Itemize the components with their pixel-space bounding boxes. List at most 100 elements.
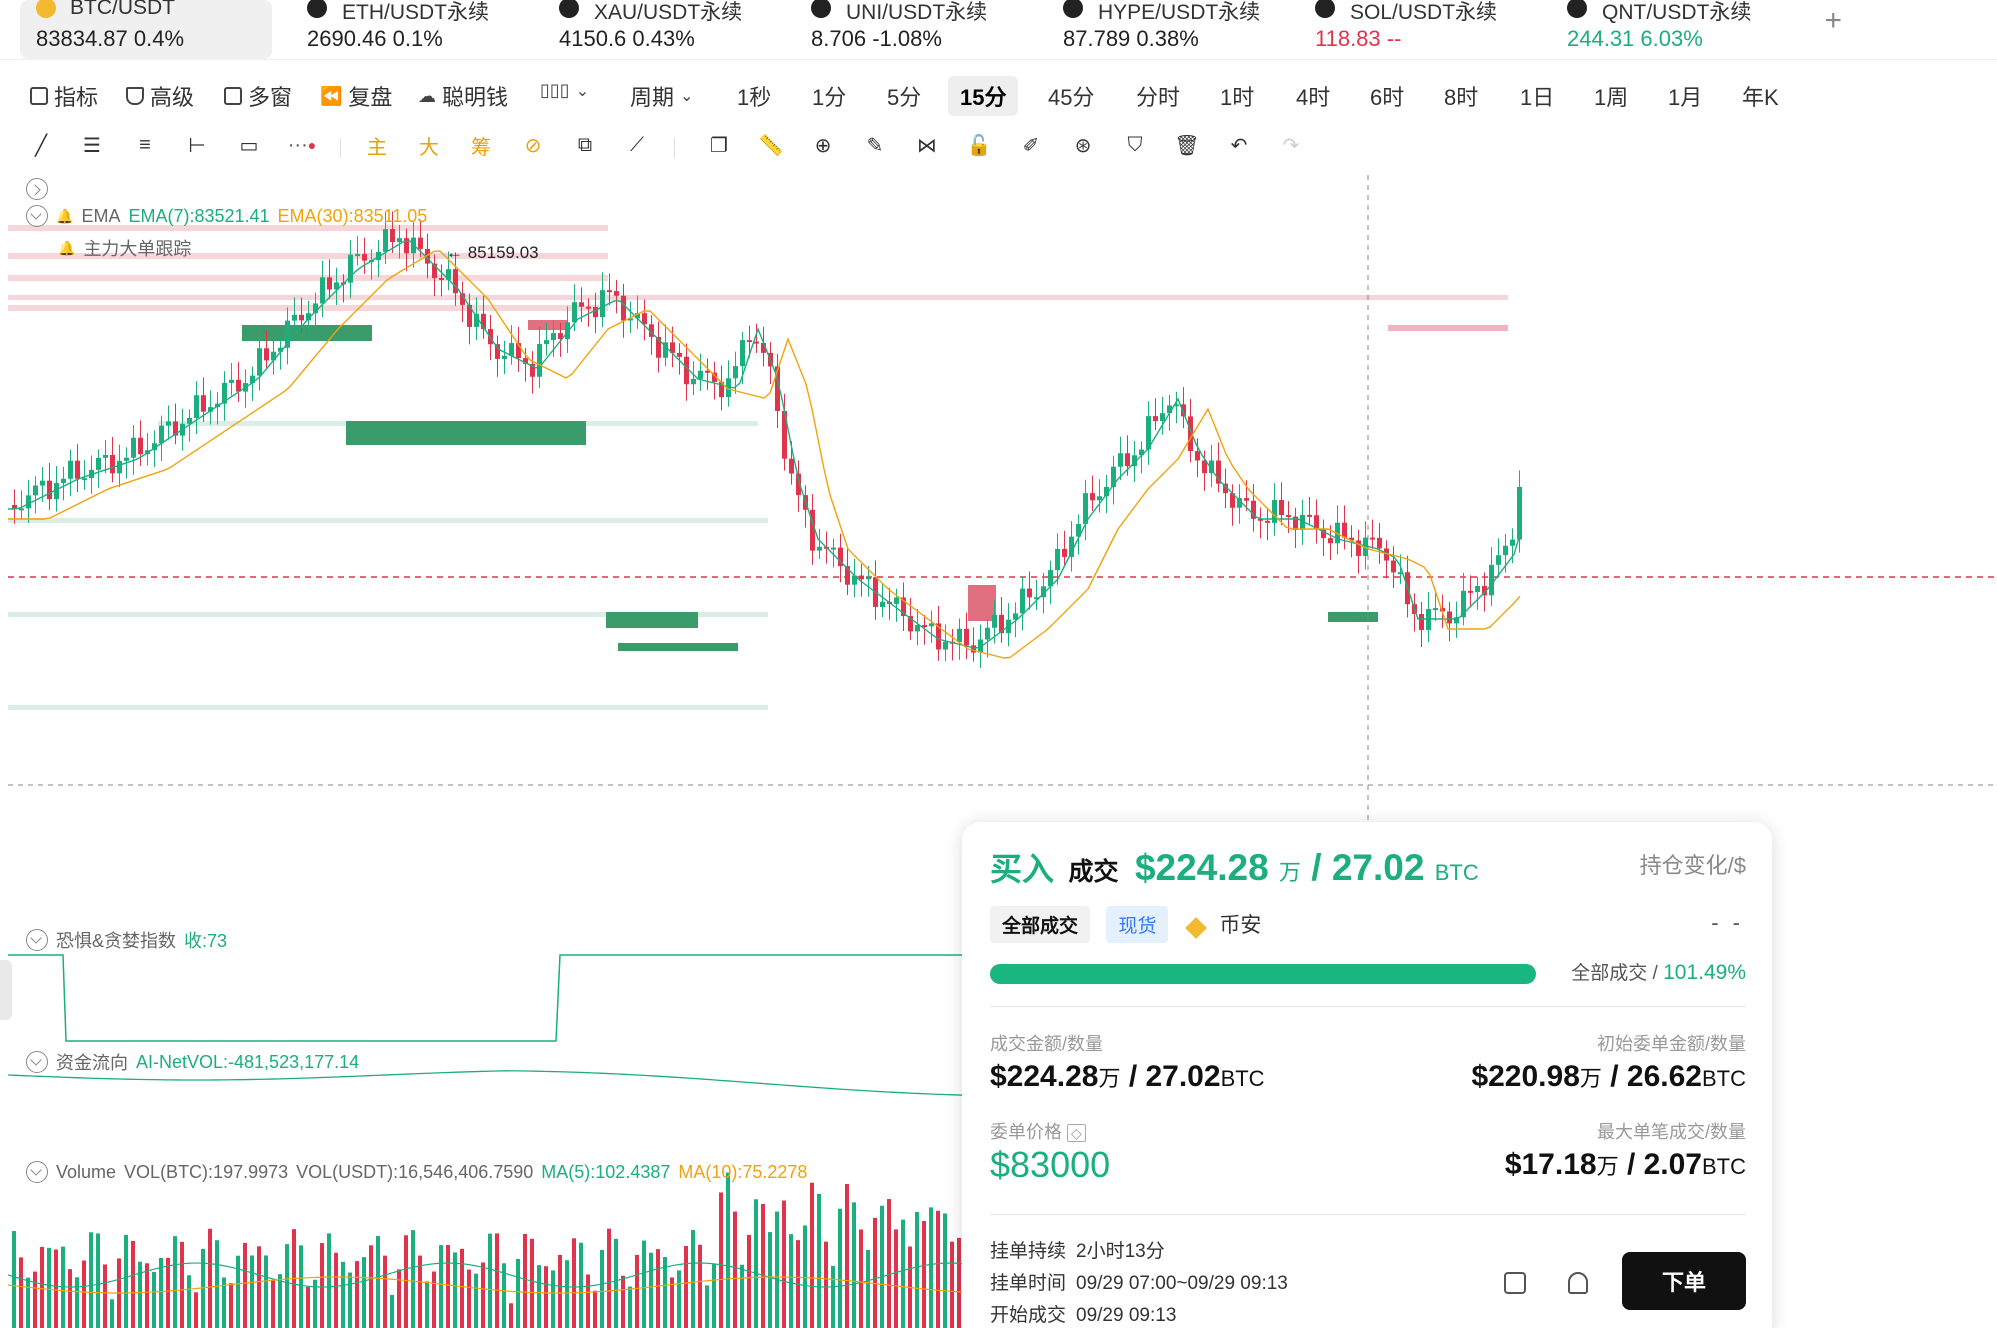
measure-icon[interactable]: ⟋	[622, 130, 652, 160]
ticker-name: BTC/USDT	[70, 0, 175, 19]
advanced-button[interactable]: 高级	[126, 80, 194, 112]
volume-bar	[684, 1246, 688, 1328]
multi-window-button[interactable]: 多窗	[224, 80, 292, 112]
candle-body	[1097, 496, 1102, 501]
indicators-button[interactable]: 指标	[30, 80, 98, 112]
magnet-icon[interactable]: ⊛	[1068, 130, 1098, 160]
volume-bar	[54, 1249, 58, 1328]
ticker-name: HYPE/USDT永续	[1098, 1, 1261, 24]
lock-icon[interactable]: 🔓	[964, 130, 994, 160]
collapse-icon[interactable]	[26, 1051, 48, 1073]
volume-bar	[831, 1265, 835, 1328]
redo-icon[interactable]: ↷	[1276, 130, 1306, 160]
replay-button[interactable]: ⏪ 复盘	[320, 80, 392, 112]
volume-bar	[852, 1202, 856, 1328]
ticker-tab-hype[interactable]: HYPE/USDT永续 87.789 0.38%	[1028, 0, 1280, 59]
panel-collapse-handle[interactable]	[0, 960, 12, 1020]
zoom-icon[interactable]: ⊕	[808, 130, 838, 160]
edit-icon[interactable]: ✐	[1016, 130, 1046, 160]
period-45m[interactable]: 45分	[1036, 76, 1106, 116]
large-order-detail-card: 买入 成交 $224.28 万 / 27.02 BTC 持仓变化/$ 全部成交 …	[962, 822, 1772, 1328]
period-1mo[interactable]: 1月	[1656, 76, 1714, 116]
ticker-name: QNT/USDT永续	[1602, 1, 1752, 24]
period-1h[interactable]: 1时	[1208, 76, 1266, 116]
bell-icon[interactable]: 🔔	[56, 208, 73, 225]
volume-bar	[579, 1242, 583, 1328]
deal-amount-headline: $224.28 万 / 27.02 BTC	[1134, 847, 1479, 888]
ticker-name: XAU/USDT永续	[594, 1, 743, 24]
period-1w[interactable]: 1周	[1582, 76, 1640, 116]
cycle-dropdown[interactable]: 周期 ⌄	[630, 80, 693, 112]
rectangle-tool-icon[interactable]: ▭	[234, 130, 264, 160]
period-4h[interactable]: 4时	[1284, 76, 1342, 116]
candle-body	[292, 314, 297, 321]
ticker-tab-eth[interactable]: ETH/USDT永续 2690.46 0.1%	[272, 0, 524, 59]
collapse-icon[interactable]	[26, 1161, 48, 1183]
period-6h[interactable]: 6时	[1358, 76, 1416, 116]
volume-bar	[761, 1203, 765, 1328]
candle-body	[684, 356, 689, 385]
exchange-logo-icon	[811, 0, 831, 18]
volume-bar	[173, 1236, 177, 1328]
more-tools-icon[interactable]: ··· ●	[287, 130, 317, 160]
chart-type-dropdown[interactable]: ▯▯▯ ⌄	[540, 80, 589, 101]
line-tool-icon[interactable]: ╱	[26, 130, 56, 160]
horizontal-ray-icon[interactable]: ⊢	[182, 130, 212, 160]
copy-icon[interactable]: ❐	[704, 130, 734, 160]
ema7-line	[8, 240, 1521, 649]
start-time-row: 开始成交 09/29 09:13	[990, 1305, 1177, 1326]
brush-icon[interactable]: ✎	[860, 130, 890, 160]
period-15m[interactable]: 15分	[948, 76, 1019, 116]
collapse-icon[interactable]	[26, 205, 48, 227]
bell-icon[interactable]	[1568, 1272, 1588, 1294]
ruler-icon[interactable]: 📏	[756, 130, 786, 160]
compare-icon[interactable]: ⧉	[570, 130, 600, 160]
place-order-button[interactable]: 下单	[1622, 1252, 1746, 1310]
volume-bar	[180, 1241, 184, 1328]
period-year[interactable]: 年K	[1730, 76, 1791, 116]
period-1m[interactable]: 1分	[800, 76, 858, 116]
trash-icon[interactable]: 🗑	[1172, 130, 1202, 160]
candle-body	[1391, 560, 1396, 573]
candle-body	[1069, 536, 1074, 557]
ticker-tab-btc[interactable]: BTC/USDT 83834.87 0.4%	[20, 0, 272, 59]
smart-money-button[interactable]: ☁ 聪明钱	[418, 80, 508, 112]
volume-bar	[264, 1255, 268, 1328]
volume-bar	[712, 1264, 716, 1328]
hide-drawings-icon[interactable]: ⋈	[912, 130, 942, 160]
filter-icon[interactable]: ⛉	[1120, 130, 1150, 160]
period-8h[interactable]: 8时	[1432, 76, 1490, 116]
chips-toggle[interactable]: 筹	[466, 130, 496, 160]
candle-body	[1503, 545, 1508, 556]
main-indicator-toggle[interactable]: 主	[362, 130, 392, 160]
period-1s[interactable]: 1秒	[725, 76, 783, 116]
horizontal-lines-icon[interactable]: ≡	[130, 130, 160, 160]
candle-body	[1377, 537, 1382, 549]
volume-bar	[376, 1236, 380, 1328]
ticker-tab-xau[interactable]: XAU/USDT永续 4150.6 0.43%	[524, 0, 776, 59]
document-icon[interactable]	[1504, 1272, 1526, 1294]
overlay-toggle-icon[interactable]: ⊘	[518, 130, 548, 160]
volume-bar	[320, 1243, 324, 1328]
period-5m[interactable]: 5分	[875, 76, 933, 116]
undo-icon[interactable]: ↶	[1224, 130, 1254, 160]
period-1d[interactable]: 1日	[1508, 76, 1566, 116]
candle-body	[1342, 522, 1347, 538]
large-order-toggle[interactable]: 大	[414, 130, 444, 160]
parallel-lines-icon[interactable]: ☰	[77, 130, 107, 160]
bell-icon[interactable]: 🔔	[58, 240, 75, 257]
main-force-legend: 🔔 主力大单跟踪	[58, 235, 191, 261]
collapse-icon[interactable]	[26, 929, 48, 951]
volume-bar	[845, 1184, 849, 1328]
large-ask-block	[968, 585, 996, 621]
ticker-tab-qnt[interactable]: QNT/USDT永续 244.31 6.03%	[1532, 0, 1784, 59]
period-timeshare[interactable]: 分时	[1124, 76, 1192, 116]
ticker-tab-sol[interactable]: SOL/USDT永续 118.83 --	[1280, 0, 1532, 59]
divider	[990, 1006, 1746, 1007]
position-change-label[interactable]: 持仓变化/$	[1640, 848, 1746, 880]
add-tab-button[interactable]: +	[1824, 4, 1842, 38]
volume-bar	[621, 1275, 625, 1328]
volume-bar	[474, 1273, 478, 1328]
expand-panel-button[interactable]	[26, 178, 48, 200]
ticker-tab-uni[interactable]: UNI/USDT永续 8.706 -1.08%	[776, 0, 1028, 59]
